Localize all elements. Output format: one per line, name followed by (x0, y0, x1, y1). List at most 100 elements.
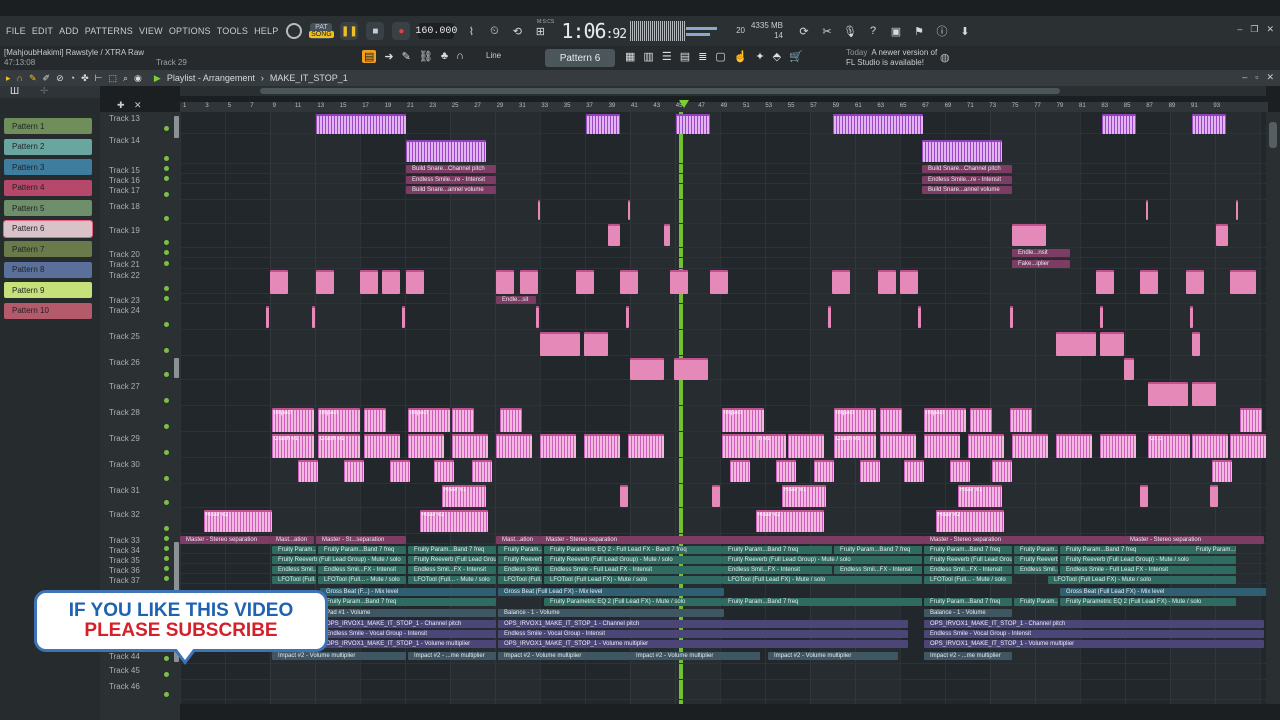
pattern-clip[interactable] (950, 460, 970, 482)
pattern-clip[interactable]: Riser #2 (756, 510, 824, 532)
pattern-clip[interactable] (390, 460, 410, 482)
pattern-clip[interactable] (472, 460, 492, 482)
track-mute-led[interactable] (164, 556, 169, 561)
automation-clip[interactable]: Endless Smil...FX - Intensit (924, 566, 1012, 574)
play-arrow-icon[interactable]: ▶ (154, 73, 161, 84)
automation-clip[interactable]: Build Snare...Channel pitch (406, 165, 496, 173)
close-icon[interactable]: ✕ (1266, 24, 1274, 35)
pattern-clip[interactable] (832, 270, 850, 294)
globe-icon[interactable]: ◍ (940, 51, 950, 64)
vertical-scrollbar[interactable] (1266, 112, 1280, 704)
track-mute-led[interactable] (164, 126, 169, 131)
automation-clip[interactable]: Balance - 1 - Volume (498, 609, 724, 617)
automation-clip[interactable]: Fake...iplier (1012, 260, 1070, 268)
pattern-clip[interactable] (538, 200, 540, 220)
track-lane[interactable] (180, 458, 1266, 484)
track-mute-led[interactable] (164, 546, 169, 551)
picker-add-icon[interactable]: ✛ (40, 86, 48, 97)
track-mute-led[interactable] (164, 398, 169, 403)
automation-clip[interactable]: Impact #2 - Volume multiplier (768, 652, 898, 660)
pattern-clip[interactable] (1190, 306, 1193, 328)
pattern-selector[interactable]: Pattern 6 (545, 49, 615, 67)
automation-clip[interactable]: Impact #2 - ...me multiplier (924, 652, 1012, 660)
playback-tool-icon[interactable]: ◉ (134, 73, 142, 84)
automation-clip[interactable]: Fruity Param...Band 7 freq (408, 546, 496, 554)
pattern-clip[interactable] (1186, 270, 1204, 294)
automation-clip[interactable]: Endless Smil...FX - Intensit (498, 566, 542, 574)
automation-clip[interactable]: Endless Smil...FX - Intensit (722, 566, 832, 574)
pattern-clip[interactable] (452, 408, 474, 432)
automation-clip[interactable]: Fruity Parametric EQ 2 (Full Lead FX) - … (544, 598, 722, 606)
automation-clip[interactable]: Fruity Reeverb (Full Lead Group) - Mute … (722, 556, 922, 564)
playlist-close-icon[interactable]: ✕ (1266, 72, 1274, 83)
pattern-item-2[interactable]: Pattern 2 (4, 138, 92, 155)
pattern-clip[interactable]: Riser #2 (420, 510, 488, 532)
automation-clip[interactable]: Endless Smile...re - Intensit (406, 176, 496, 184)
pattern-clip[interactable] (576, 270, 594, 294)
automation-clip[interactable]: OPS_IRVOX1_MAKE_IT_STOP_1 - Channel pitc… (498, 620, 908, 628)
playlist-minimize-icon[interactable]: – (1242, 72, 1247, 83)
refresh-icon[interactable]: ⟳ (797, 24, 811, 38)
automation-clip[interactable]: Gross Beat (F...) - Mix level (320, 588, 496, 596)
menu-add[interactable]: ADD (59, 26, 79, 36)
track-mute-led[interactable] (164, 372, 169, 377)
track-mute-led[interactable] (164, 566, 169, 571)
pattern-clip[interactable]: Impact (272, 408, 314, 432)
pattern-clip[interactable] (1056, 332, 1096, 356)
tweak-icon[interactable]: ✦ (755, 50, 764, 63)
track-lane[interactable] (180, 174, 1266, 184)
automation-clip[interactable]: Mast...ation (270, 536, 314, 544)
pattern-clip[interactable] (628, 434, 664, 458)
automation-clip[interactable]: Fruity Param...Band 7 freq (498, 546, 542, 554)
track-mute-led[interactable] (164, 450, 169, 455)
minimize-icon[interactable]: – (1237, 24, 1242, 35)
snap-selector[interactable]: Line (486, 51, 501, 60)
track-mute-led[interactable] (164, 240, 169, 245)
pattern-clip[interactable] (1192, 382, 1216, 406)
track-name[interactable]: Track 23 (109, 296, 140, 305)
pattern-clip[interactable]: Crash #1 (834, 434, 876, 458)
pattern-clip[interactable]: Impact (924, 408, 966, 432)
automation-clip[interactable]: Fruity Param...Band 7 freq (1014, 598, 1058, 606)
track-mute-led[interactable] (164, 261, 169, 266)
automation-clip[interactable]: Fruity Parametric EQ 2 - Full Lead FX - … (544, 546, 722, 554)
menu-view[interactable]: VIEW (139, 26, 163, 36)
brush-icon[interactable]: ✎ (402, 50, 411, 63)
automation-clip[interactable]: OPS_IRVOX1_MAKE_IT_STOP_1 - Volume multi… (924, 640, 1264, 648)
pat-song-toggle[interactable]: PAT SONG (309, 23, 334, 39)
automation-clip[interactable]: Gross Beat (Full Lead FX) - Mix level (498, 588, 724, 596)
pattern-clip[interactable] (900, 270, 918, 294)
automation-clip[interactable]: Fruity Param...Band 7 freq (924, 546, 1012, 554)
pattern-clip[interactable] (1010, 408, 1032, 432)
track-mute-led[interactable] (164, 672, 169, 677)
track-mute-led[interactable] (164, 296, 169, 301)
pattern-clip[interactable] (344, 460, 364, 482)
blend-notes-icon[interactable]: ⊞ (533, 24, 547, 38)
track-mute-led[interactable] (164, 424, 169, 429)
touch-icon[interactable]: ☝ (734, 50, 748, 63)
pattern-item-1[interactable]: Pattern 1 (4, 118, 92, 134)
track-mute-led[interactable] (164, 176, 169, 181)
pattern-clip[interactable]: Impact (318, 408, 360, 432)
pattern-item-5[interactable]: Pattern 5 (4, 200, 92, 216)
track-scroll-segment[interactable] (174, 116, 179, 138)
pattern-clip[interactable] (620, 485, 628, 507)
pattern-clip[interactable] (1192, 332, 1200, 356)
pattern-mode-icon[interactable]: ▤ (362, 50, 377, 63)
automation-clip[interactable]: LFOTool (Full... - Mute / solo (924, 576, 1012, 584)
automation-clip[interactable]: Master - Stereo separation (540, 536, 924, 544)
automation-clip[interactable]: Endless Smil...FX - Intensit (834, 566, 922, 574)
track-lane[interactable] (180, 484, 1266, 508)
automation-clip[interactable]: Fruity Reeverb (Full Lead Group) - Mute … (408, 556, 496, 564)
track-name[interactable]: Track 32 (109, 510, 140, 519)
cart-icon[interactable]: 🛒 (789, 50, 803, 63)
pattern-clip[interactable] (1146, 200, 1148, 220)
pattern-clip[interactable] (626, 306, 629, 328)
track-mute-led[interactable] (164, 156, 169, 161)
track-lane[interactable] (180, 356, 1266, 380)
pattern-clip[interactable] (878, 270, 896, 294)
track-lane[interactable] (180, 680, 1266, 700)
pattern-item-4[interactable]: Pattern 4 (4, 179, 92, 196)
automation-clip[interactable]: Fruity Param...Band 7 freq (272, 546, 316, 554)
automation-clip[interactable]: Master - Stereo separation (1124, 536, 1264, 544)
